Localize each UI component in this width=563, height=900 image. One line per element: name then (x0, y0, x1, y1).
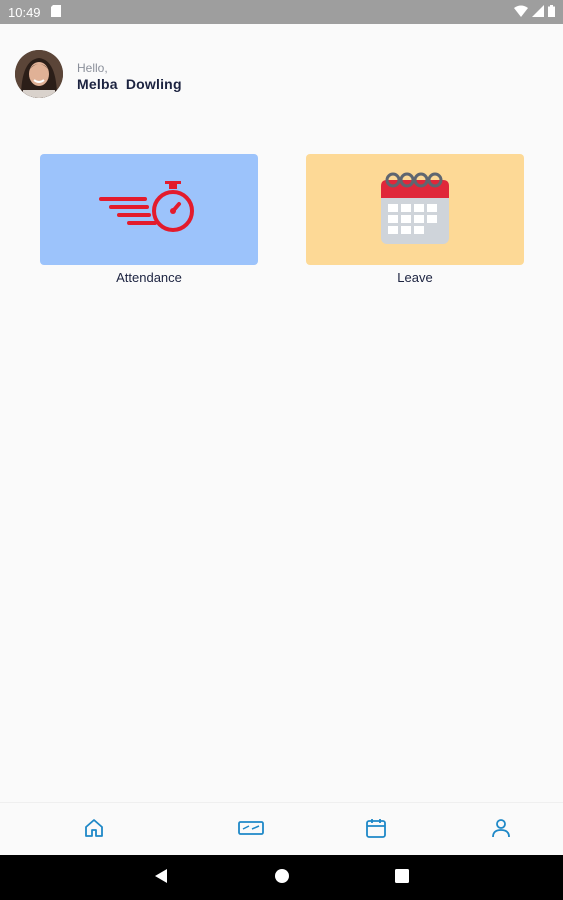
battery-icon (548, 4, 555, 20)
back-icon (153, 868, 169, 889)
user-name: Melba Dowling (77, 76, 182, 92)
stopwatch-speed-icon (99, 177, 199, 242)
nav-home-button[interactable] (81, 817, 107, 843)
nav-calendar-button[interactable] (363, 817, 389, 843)
sd-card-icon (50, 4, 61, 20)
home-circle-icon (274, 868, 290, 889)
status-time: 10:49 (8, 4, 41, 20)
system-navigation-bar (0, 855, 563, 900)
status-bar: 10:49 (0, 0, 563, 24)
status-right (514, 4, 555, 20)
back-button[interactable] (151, 868, 171, 888)
card-icon (238, 820, 264, 841)
nav-card-button[interactable] (238, 817, 264, 843)
avatar[interactable] (15, 50, 63, 98)
bottom-navigation (0, 802, 563, 856)
status-left: 10:49 (8, 4, 61, 20)
attendance-label: Attendance (116, 270, 182, 285)
greeting-text: Hello, Melba Dowling (77, 61, 182, 93)
home-button[interactable] (272, 868, 292, 888)
recents-button[interactable] (392, 868, 412, 888)
leave-label: Leave (397, 270, 433, 285)
signal-icon (532, 4, 544, 20)
user-greeting: Hello, Melba Dowling (15, 50, 182, 98)
profile-icon (490, 817, 512, 844)
wifi-icon (514, 5, 528, 20)
greeting-hello: Hello, (77, 61, 108, 75)
nav-profile-button[interactable] (488, 817, 514, 843)
attendance-card[interactable] (40, 154, 258, 265)
recents-icon (394, 868, 410, 889)
home-icon (83, 817, 105, 844)
leave-card[interactable] (306, 154, 524, 265)
calendar-icon (365, 817, 387, 844)
calendar-icon (379, 166, 451, 253)
